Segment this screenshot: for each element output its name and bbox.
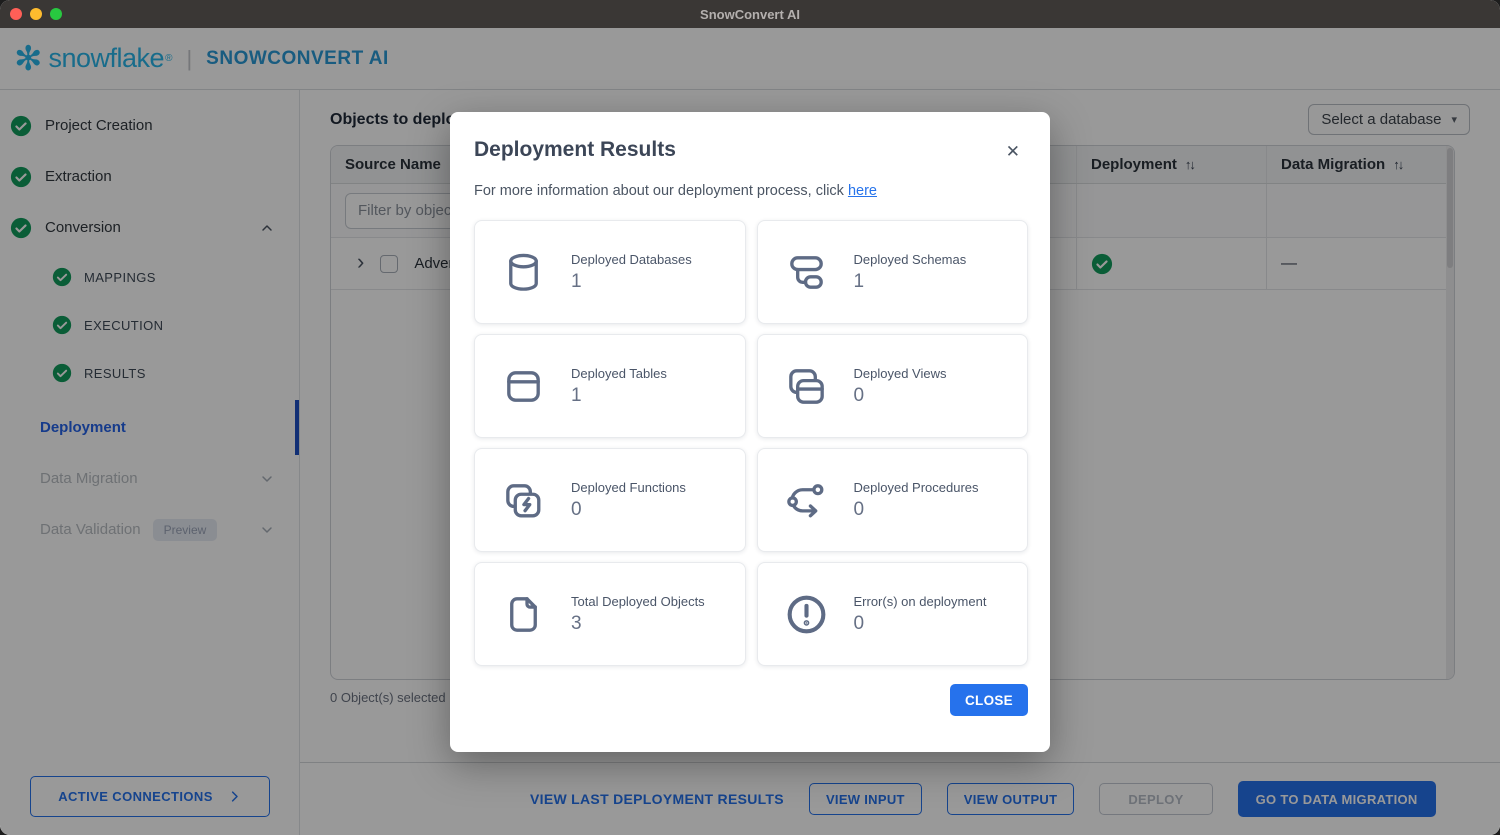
card-label: Error(s) on deployment: [854, 594, 987, 609]
deployed-tables-card: Deployed Tables 1: [474, 334, 746, 438]
views-icon: [783, 363, 830, 410]
minimize-window-button[interactable]: [30, 8, 42, 20]
deployed-schemas-card: Deployed Schemas 1: [757, 220, 1029, 324]
traffic-lights: [10, 0, 62, 28]
card-value: 0: [571, 499, 686, 521]
card-label: Deployed Databases: [571, 252, 692, 267]
deployed-databases-card: Deployed Databases 1: [474, 220, 746, 324]
functions-icon: [500, 477, 547, 524]
card-label: Deployed Views: [854, 366, 947, 381]
deployed-views-card: Deployed Views 0: [757, 334, 1029, 438]
errors-on-deployment-card: Error(s) on deployment 0: [757, 562, 1029, 666]
card-label: Deployed Procedures: [854, 480, 979, 495]
deployment-results-modal: Deployment Results ✕ For more informatio…: [450, 112, 1050, 752]
card-label: Deployed Tables: [571, 366, 667, 381]
close-window-button[interactable]: [10, 8, 22, 20]
deployment-docs-link[interactable]: here: [848, 183, 877, 199]
deployed-procedures-card: Deployed Procedures 0: [757, 448, 1029, 552]
card-value: 0: [854, 499, 979, 521]
tables-icon: [500, 363, 547, 410]
card-value: 1: [571, 271, 692, 293]
document-icon: [500, 591, 547, 638]
card-label: Deployed Functions: [571, 480, 686, 495]
schemas-icon: [783, 249, 830, 296]
card-label: Total Deployed Objects: [571, 594, 705, 609]
card-value: 0: [854, 385, 947, 407]
deployed-functions-card: Deployed Functions 0: [474, 448, 746, 552]
card-value: 1: [571, 385, 667, 407]
close-icon[interactable]: ✕: [1006, 142, 1020, 162]
card-value: 1: [854, 271, 967, 293]
error-icon: [783, 591, 830, 638]
total-deployed-objects-card: Total Deployed Objects 3: [474, 562, 746, 666]
titlebar: SnowConvert AI: [0, 0, 1500, 28]
deployment-result-cards: Deployed Databases 1 Deployed Schemas 1: [474, 220, 1028, 666]
window-title: SnowConvert AI: [700, 7, 800, 22]
modal-title: Deployment Results: [474, 138, 676, 162]
close-button[interactable]: CLOSE: [950, 684, 1028, 716]
procedures-icon: [783, 477, 830, 524]
database-icon: [500, 249, 547, 296]
modal-subtitle-text: For more information about our deploymen…: [474, 183, 848, 199]
card-value: 3: [571, 613, 705, 635]
card-label: Deployed Schemas: [854, 252, 967, 267]
modal-subtitle: For more information about our deploymen…: [474, 183, 1028, 199]
card-value: 0: [854, 613, 987, 635]
zoom-window-button[interactable]: [50, 8, 62, 20]
app-window: SnowConvert AI ✻ snowflake ® | SNOWCONVE…: [0, 0, 1500, 835]
